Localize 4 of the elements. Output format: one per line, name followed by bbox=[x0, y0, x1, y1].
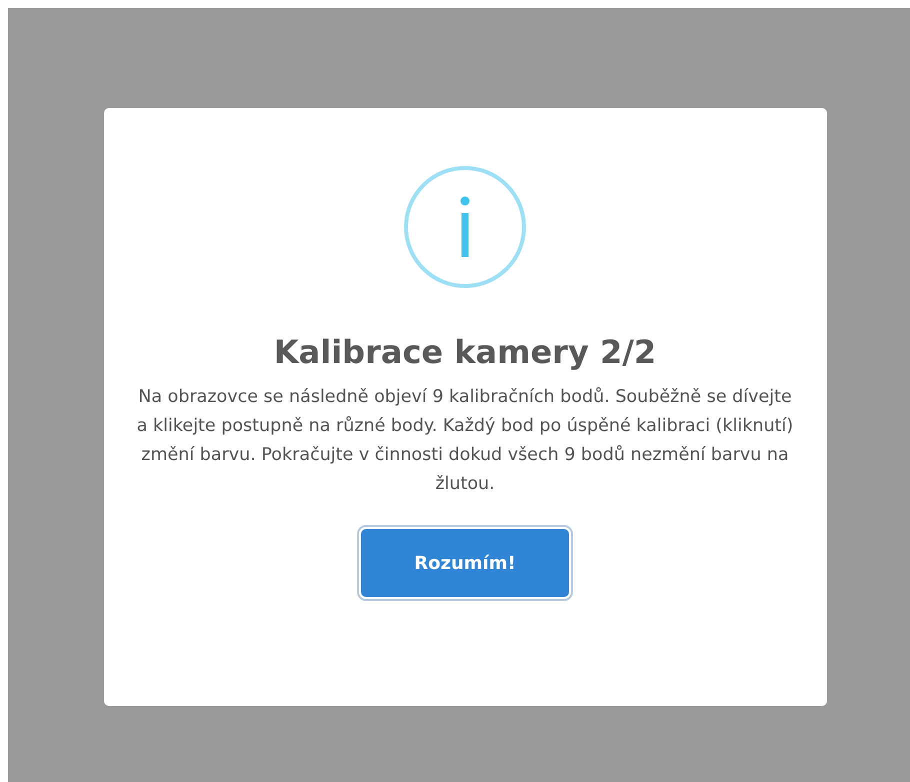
dialog-message: Na obrazovce se následně objeví 9 kalibračních bodů. Souběžně se dívejte a klikejte postupně na různé body. Každý bod po úspěné kalibraci (kliknutí) změní barvu. Pokračujte v činnosti dokud všech 9 bodů nezmění barvu na žlutou. bbox=[136, 386, 794, 496]
confirm-button[interactable]: Rozumím! bbox=[361, 529, 569, 598]
dialog-title: Kalibrace kamery 2/2 bbox=[274, 333, 656, 372]
info-icon bbox=[403, 165, 527, 289]
